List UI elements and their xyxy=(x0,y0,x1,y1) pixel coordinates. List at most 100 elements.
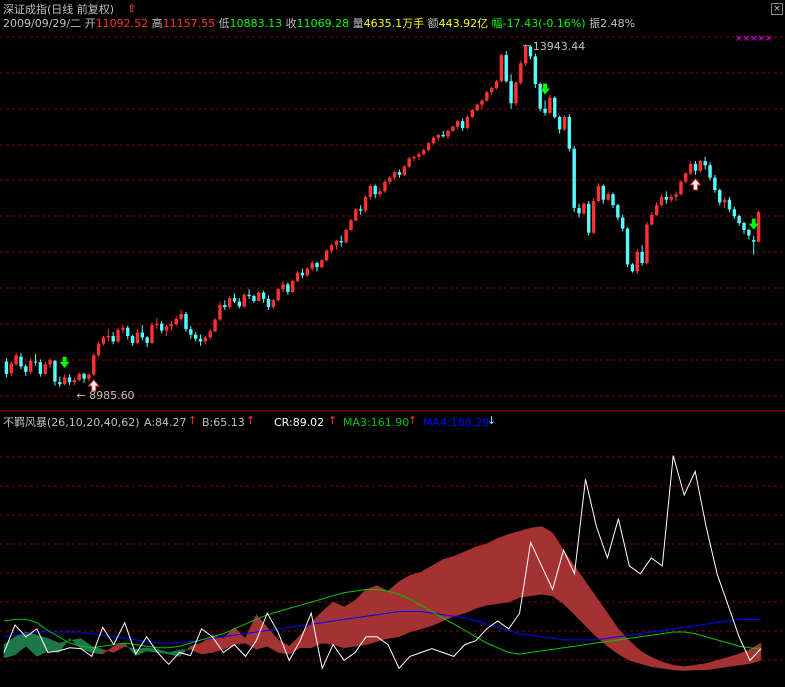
candle-body xyxy=(572,148,576,208)
candle-body xyxy=(198,338,203,342)
candle-body xyxy=(650,214,654,225)
candle-body xyxy=(577,207,581,214)
candle-body xyxy=(606,194,610,200)
indicator-band-segment xyxy=(47,637,60,653)
indicator-band-segment xyxy=(563,549,575,616)
indicator-b: B:65.13 xyxy=(202,416,245,429)
candle-body xyxy=(684,173,688,182)
candle-body xyxy=(407,158,411,167)
indicator-ma4: MA4:188.29 xyxy=(423,416,490,429)
chart-title: 深证成指(日线 前复权) xyxy=(3,3,115,16)
change-label: 幅 xyxy=(491,17,503,30)
candle-body xyxy=(247,294,251,297)
candle-body xyxy=(601,185,605,200)
candle-body xyxy=(465,117,470,129)
candle-body xyxy=(499,55,504,82)
buy-signal-arrow xyxy=(689,178,702,191)
candle-body xyxy=(543,108,547,113)
candle-body xyxy=(213,319,217,332)
candle-body xyxy=(747,229,751,236)
candle-body xyxy=(227,298,232,308)
candle-body xyxy=(727,199,732,210)
close-icon[interactable]: × xyxy=(771,3,783,15)
candle-body xyxy=(77,373,81,381)
candle-body xyxy=(174,318,178,325)
candle-body xyxy=(567,117,572,149)
candle-body xyxy=(664,196,669,200)
candle-body xyxy=(203,337,208,342)
candle-body xyxy=(446,130,450,137)
candle-body xyxy=(625,228,630,265)
volume-value: 4635.1万手 xyxy=(363,17,425,30)
candle-body xyxy=(218,305,222,320)
quote-line: 2009/09/29/二 开11092.52 高11157.55 低10883.… xyxy=(3,17,635,30)
candle-body xyxy=(339,240,343,243)
candle-body xyxy=(422,150,426,155)
candle-body xyxy=(24,366,28,372)
candle-body xyxy=(291,280,295,292)
indicator-band-segment xyxy=(662,661,674,671)
indicator-band-segment xyxy=(727,653,740,667)
candle-body xyxy=(87,374,91,379)
candle-body xyxy=(553,97,557,118)
candle-body xyxy=(441,134,445,137)
candle-body xyxy=(96,343,101,356)
candle-body xyxy=(417,154,421,157)
candle-body xyxy=(708,165,712,178)
indicator-band-segment xyxy=(420,565,433,630)
indicator-band-segment xyxy=(705,660,718,671)
candle-body xyxy=(582,203,586,214)
candle-body xyxy=(9,363,13,374)
candle-body xyxy=(548,97,552,113)
indicator-band-segment xyxy=(464,546,477,614)
candle-body xyxy=(402,166,407,175)
ma4-down-arrow-icon: ↓ xyxy=(487,414,497,427)
candle-body xyxy=(358,209,363,211)
candle-body xyxy=(38,362,43,374)
candle-body xyxy=(470,110,474,118)
candle-body xyxy=(252,296,256,301)
candle-body xyxy=(349,220,353,230)
indicator-band-segment xyxy=(497,534,509,604)
candle-body xyxy=(412,156,416,159)
candle-body xyxy=(106,336,111,338)
indicator-band-segment xyxy=(398,574,411,638)
stock-chart[interactable]: ← 8985.60 13943.44 xyxy=(0,0,785,687)
candle-body xyxy=(334,240,339,246)
open-value: 11092.52 xyxy=(95,17,149,30)
candle-body xyxy=(53,360,57,382)
candle-body xyxy=(509,81,513,104)
candle-body xyxy=(82,373,86,379)
candle-body xyxy=(271,300,276,308)
candle-body xyxy=(587,203,591,233)
candle-body xyxy=(523,46,528,64)
candle-body xyxy=(281,284,285,290)
candle-body xyxy=(659,196,664,206)
candle-body xyxy=(116,329,120,342)
candle-body xyxy=(155,323,159,325)
amount-value: 443.92亿 xyxy=(438,17,489,30)
candle-body xyxy=(533,56,538,84)
a-up-arrow-icon: ↑ xyxy=(188,414,198,427)
candle-body xyxy=(363,196,368,211)
indicator-band-segment xyxy=(585,580,597,638)
candle-body xyxy=(242,294,246,307)
indicator-band-segment xyxy=(168,649,180,657)
candle-body xyxy=(383,181,387,192)
volume-label: 量 xyxy=(352,17,364,30)
indicator-band-segment xyxy=(508,530,520,603)
candle-body xyxy=(514,82,518,104)
candle-body xyxy=(596,185,601,202)
candle-body xyxy=(300,272,305,276)
candle-body xyxy=(688,163,693,174)
candle-body xyxy=(223,305,227,308)
candle-body xyxy=(67,377,72,383)
indicator-band-segment xyxy=(102,645,114,655)
up-arrow-icon: ⇧ xyxy=(127,2,137,15)
high-value: 11157.55 xyxy=(162,17,216,30)
candle-body xyxy=(140,332,144,338)
candle-body xyxy=(19,356,23,367)
candle-body xyxy=(266,298,271,308)
candle-body xyxy=(179,313,183,319)
candle-body xyxy=(92,355,96,375)
